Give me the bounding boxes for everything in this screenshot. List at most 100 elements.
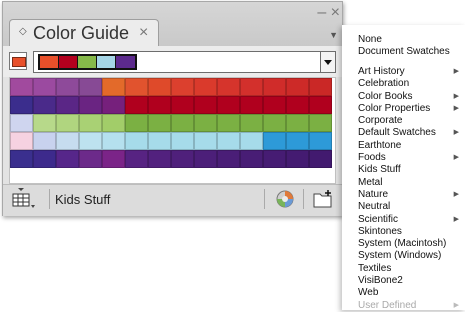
menu-item[interactable]: Foods ▶ <box>342 152 465 164</box>
color-variation-swatch[interactable] <box>10 150 33 168</box>
color-variation-swatch[interactable] <box>10 78 33 96</box>
color-variation-swatch[interactable] <box>309 78 332 96</box>
menu-item[interactable]: Kids Stuff <box>342 164 465 176</box>
color-variation-swatch[interactable] <box>148 78 171 96</box>
tab-close-icon[interactable]: × <box>139 24 148 42</box>
color-variation-swatch[interactable] <box>240 78 263 96</box>
color-variation-swatch[interactable] <box>171 78 194 96</box>
color-variation-swatch[interactable] <box>79 114 102 132</box>
menu-item[interactable]: Color Books ▶ <box>342 91 465 103</box>
tab-color-guide[interactable]: ◇ Color Guide × <box>9 19 159 46</box>
color-variation-swatch[interactable] <box>33 78 56 96</box>
color-variation-swatch[interactable] <box>33 96 56 114</box>
color-variation-swatch[interactable] <box>286 132 309 150</box>
color-variation-swatch[interactable] <box>194 150 217 168</box>
color-variation-swatch[interactable] <box>33 132 56 150</box>
menu-item[interactable]: Scientific ▶ <box>342 214 465 226</box>
edit-colors-icon[interactable] <box>273 188 297 210</box>
color-variation-swatch[interactable] <box>33 150 56 168</box>
color-variation-swatch[interactable] <box>125 132 148 150</box>
panel-menu-button[interactable]: ▼ <box>329 30 338 40</box>
menu-item[interactable]: Color Properties ▶ <box>342 103 465 115</box>
color-variation-swatch[interactable] <box>148 96 171 114</box>
color-variation-swatch[interactable] <box>286 96 309 114</box>
color-variation-swatch[interactable] <box>56 114 79 132</box>
color-variation-swatch[interactable] <box>286 78 309 96</box>
color-variation-swatch[interactable] <box>194 132 217 150</box>
color-variation-swatch[interactable] <box>194 96 217 114</box>
color-variation-swatch[interactable] <box>194 78 217 96</box>
menu-item[interactable]: Earthtone <box>342 140 465 152</box>
color-variation-swatch[interactable] <box>79 96 102 114</box>
color-variation-swatch[interactable] <box>79 150 102 168</box>
color-variation-swatch[interactable] <box>102 114 125 132</box>
color-variation-swatch[interactable] <box>171 132 194 150</box>
color-variation-swatch[interactable] <box>286 150 309 168</box>
color-variation-swatch[interactable] <box>10 114 33 132</box>
color-variation-swatch[interactable] <box>217 96 240 114</box>
color-variation-swatch[interactable] <box>171 96 194 114</box>
color-variation-swatch[interactable] <box>102 132 125 150</box>
color-variation-swatch[interactable] <box>217 78 240 96</box>
color-variation-swatch[interactable] <box>171 150 194 168</box>
color-variation-swatch[interactable] <box>263 114 286 132</box>
menu-item[interactable]: Textiles <box>342 263 465 275</box>
color-variation-swatch[interactable] <box>194 114 217 132</box>
color-variation-swatch[interactable] <box>102 96 125 114</box>
menu-item[interactable]: Neutral <box>342 201 465 213</box>
menu-item[interactable]: Document Swatches <box>342 46 465 58</box>
color-variation-swatch[interactable] <box>171 114 194 132</box>
color-variation-swatch[interactable] <box>56 96 79 114</box>
save-color-group-icon[interactable] <box>311 188 335 210</box>
menu-item[interactable]: Celebration <box>342 78 465 90</box>
harmony-rules-select[interactable] <box>33 51 336 73</box>
color-variation-swatch[interactable] <box>263 96 286 114</box>
color-variation-swatch[interactable] <box>10 132 33 150</box>
color-variation-swatch[interactable] <box>56 132 79 150</box>
color-variation-swatch[interactable] <box>148 132 171 150</box>
menu-item[interactable]: Web <box>342 287 465 299</box>
color-variation-swatch[interactable] <box>240 132 263 150</box>
menu-item[interactable]: Metal <box>342 177 465 189</box>
color-variation-swatch[interactable] <box>125 150 148 168</box>
harmony-dropdown-icon[interactable] <box>320 52 335 72</box>
color-variation-swatch[interactable] <box>148 150 171 168</box>
color-variation-swatch[interactable] <box>79 78 102 96</box>
color-variation-swatch[interactable] <box>217 150 240 168</box>
color-variation-swatch[interactable] <box>79 132 102 150</box>
menu-item[interactable]: Skintones <box>342 226 465 238</box>
menu-item[interactable]: System (Windows) <box>342 250 465 262</box>
color-variation-swatch[interactable] <box>309 150 332 168</box>
swatch-library-icon[interactable] <box>9 187 45 211</box>
base-color-swatch[interactable] <box>9 52 27 70</box>
color-variation-swatch[interactable] <box>217 132 240 150</box>
menu-item[interactable]: Default Swatches ▶ <box>342 127 465 139</box>
color-variation-swatch[interactable] <box>56 150 79 168</box>
menu-item[interactable]: Corporate <box>342 115 465 127</box>
color-variation-swatch[interactable] <box>309 132 332 150</box>
color-variation-swatch[interactable] <box>309 114 332 132</box>
color-variation-swatch[interactable] <box>102 78 125 96</box>
color-variation-swatch[interactable] <box>217 114 240 132</box>
color-variation-swatch[interactable] <box>263 78 286 96</box>
color-variation-swatch[interactable] <box>10 96 33 114</box>
menu-item[interactable]: System (Macintosh) <box>342 238 465 250</box>
color-variation-swatch[interactable] <box>125 114 148 132</box>
color-variation-swatch[interactable] <box>240 150 263 168</box>
color-variation-swatch[interactable] <box>240 96 263 114</box>
color-variation-swatch[interactable] <box>240 114 263 132</box>
color-variation-swatch[interactable] <box>125 96 148 114</box>
window-controls-icon[interactable]: – × <box>317 4 340 22</box>
color-variation-swatch[interactable] <box>263 150 286 168</box>
menu-item[interactable]: Art History ▶ <box>342 66 465 78</box>
color-variation-swatch[interactable] <box>33 114 56 132</box>
color-variation-swatch[interactable] <box>125 78 148 96</box>
menu-item[interactable]: None <box>342 34 465 46</box>
color-variation-swatch[interactable] <box>56 78 79 96</box>
color-variation-swatch[interactable] <box>102 150 125 168</box>
menu-item[interactable]: Nature ▶ <box>342 189 465 201</box>
color-variation-swatch[interactable] <box>263 132 286 150</box>
color-variation-swatch[interactable] <box>148 114 171 132</box>
tab-options-icon[interactable]: ◇ <box>19 26 27 37</box>
color-variation-swatch[interactable] <box>309 96 332 114</box>
